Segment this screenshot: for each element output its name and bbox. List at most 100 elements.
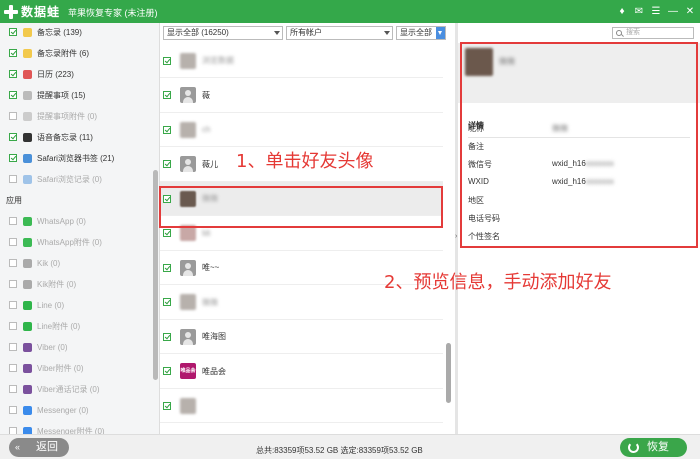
checkbox[interactable] [163, 263, 171, 272]
show-all-select[interactable]: 显示全部 [396, 26, 446, 40]
checkbox[interactable] [9, 343, 17, 351]
sidebar-item[interactable]: 语音备忘录 (11) [9, 130, 93, 144]
checkbox[interactable] [9, 238, 17, 246]
search-input[interactable]: 搜索 [612, 27, 694, 39]
checkbox[interactable] [9, 217, 17, 225]
checkbox[interactable] [163, 367, 171, 375]
checkbox[interactable] [9, 91, 17, 99]
sidebar-item-label: 日历 (223) [37, 69, 74, 79]
checkbox[interactable] [9, 28, 17, 36]
checkbox[interactable] [163, 125, 171, 134]
checkbox[interactable] [9, 133, 17, 141]
checkbox[interactable] [9, 154, 17, 162]
checkbox[interactable] [9, 301, 17, 309]
sidebar-app-item[interactable]: Messenger (0) [9, 403, 89, 417]
sidebar-app-item[interactable]: Viber附件 (0) [9, 361, 84, 375]
checkbox[interactable] [9, 427, 17, 434]
highlight-selected-row [159, 186, 443, 228]
checkbox[interactable] [163, 56, 171, 65]
checkbox[interactable] [163, 160, 171, 168]
app-icon [23, 363, 32, 373]
recover-button[interactable]: 恢复 [620, 438, 687, 457]
checkbox[interactable] [163, 229, 171, 237]
checkbox[interactable] [9, 322, 17, 330]
logo-text: 数据蛙 [21, 5, 61, 19]
highlight-detail-panel [460, 42, 698, 248]
contact-row[interactable]: 薇 [160, 79, 443, 113]
category-icon [23, 111, 32, 121]
sidebar-app-item[interactable]: WhatsApp附件 (0) [9, 235, 102, 249]
contact-row[interactable]: 唯品会 唯品会 [160, 355, 443, 389]
checkbox[interactable] [163, 401, 171, 410]
sidebar-item[interactable]: 提醒事项附件 (0) [9, 109, 97, 123]
contact-avatar[interactable] [180, 294, 196, 310]
checkbox[interactable] [9, 406, 17, 414]
contact-row[interactable] [160, 389, 443, 423]
menu-icon[interactable]: ☰ [650, 6, 662, 18]
list-scrollbar[interactable] [446, 343, 451, 403]
checkbox[interactable] [9, 175, 17, 183]
checkbox[interactable] [9, 280, 17, 288]
sidebar-app-item[interactable]: Viber通话记录 (0) [9, 382, 100, 396]
sidebar-item[interactable]: Safari浏览器书签 (21) [9, 151, 114, 165]
sidebar-app-item[interactable]: WhatsApp (0) [9, 214, 86, 228]
back-button[interactable]: « 返回 [9, 438, 69, 457]
category-icon [23, 27, 32, 37]
contact-avatar[interactable] [180, 259, 196, 276]
checkbox[interactable] [9, 364, 17, 372]
mail-icon[interactable]: ✉ [633, 6, 645, 18]
app-window: 数据蛙 苹果恢复专家 (未注册) ♦ ✉ ☰ — ✕ 备忘录 (139) 备忘录… [0, 0, 700, 459]
checkbox[interactable] [9, 385, 17, 393]
sidebar-app-item[interactable]: Line (0) [9, 298, 64, 312]
sidebar-item[interactable]: 日历 (223) [9, 67, 74, 81]
show-filter-select[interactable]: 显示全部 (16250) [163, 26, 283, 40]
sidebar-app-item[interactable]: Messenger附件 (0) [9, 424, 105, 434]
checkbox[interactable] [163, 332, 171, 341]
close-icon[interactable]: ✕ [684, 6, 696, 18]
contact-avatar[interactable] [180, 52, 196, 69]
app-icon [23, 384, 32, 394]
sidebar-item-label: Messenger (0) [37, 405, 89, 415]
category-icon [23, 132, 32, 142]
minimize-icon[interactable]: — [667, 6, 679, 18]
window-controls: ♦ ✉ ☰ — ✕ [616, 2, 696, 21]
app-icon [23, 258, 32, 268]
sidebar-item[interactable]: 备忘录 (139) [9, 25, 82, 39]
sidebar-item-label: Line附件 (0) [37, 321, 81, 331]
sidebar-app-item[interactable]: Viber (0) [9, 340, 68, 354]
account-filter-select[interactable]: 所有帐户 [286, 26, 393, 40]
app-icon [23, 321, 32, 331]
checkbox[interactable] [9, 70, 17, 78]
sidebar-app-item[interactable]: Kik附件 (0) [9, 277, 76, 291]
contact-name: 唯~~ [202, 263, 220, 272]
contact-avatar[interactable] [180, 121, 196, 138]
checkbox[interactable] [9, 112, 17, 120]
contact-avatar[interactable] [180, 87, 196, 103]
contact-row[interactable]: ch [160, 113, 443, 147]
diamond-icon[interactable]: ♦ [616, 6, 628, 18]
show-filter-value: 显示全部 (16250) [167, 28, 229, 37]
contact-row[interactable]: 唯海图 [160, 320, 443, 354]
sidebar-item-label: 提醒事项 (15) [37, 90, 86, 100]
sidebar-item-label: 备忘录附件 (6) [37, 48, 89, 58]
checkbox[interactable] [9, 259, 17, 267]
contact-avatar[interactable] [180, 397, 196, 414]
sidebar-item[interactable]: 提醒事项 (15) [9, 88, 85, 102]
app-icon [23, 300, 32, 310]
sidebar-item-label: Safari浏览记录 (0) [37, 174, 102, 184]
sidebar-item[interactable]: 备忘录附件 (6) [9, 46, 89, 60]
recover-icon [628, 442, 639, 453]
contact-row[interactable]: 浏览数据 [160, 44, 443, 78]
contact-name: Mi [202, 228, 211, 238]
checkbox[interactable] [163, 298, 171, 306]
contact-avatar[interactable] [180, 156, 196, 172]
contact-avatar[interactable]: 唯品会 [180, 363, 196, 379]
checkbox[interactable] [9, 49, 17, 57]
contact-avatar[interactable] [180, 328, 196, 345]
sidebar-scrollbar[interactable] [153, 170, 158, 380]
app-icon [23, 405, 32, 415]
sidebar-app-item[interactable]: Kik (0) [9, 256, 60, 270]
sidebar-item[interactable]: Safari浏览记录 (0) [9, 172, 102, 186]
sidebar-app-item[interactable]: Line附件 (0) [9, 319, 80, 333]
checkbox[interactable] [163, 91, 171, 99]
